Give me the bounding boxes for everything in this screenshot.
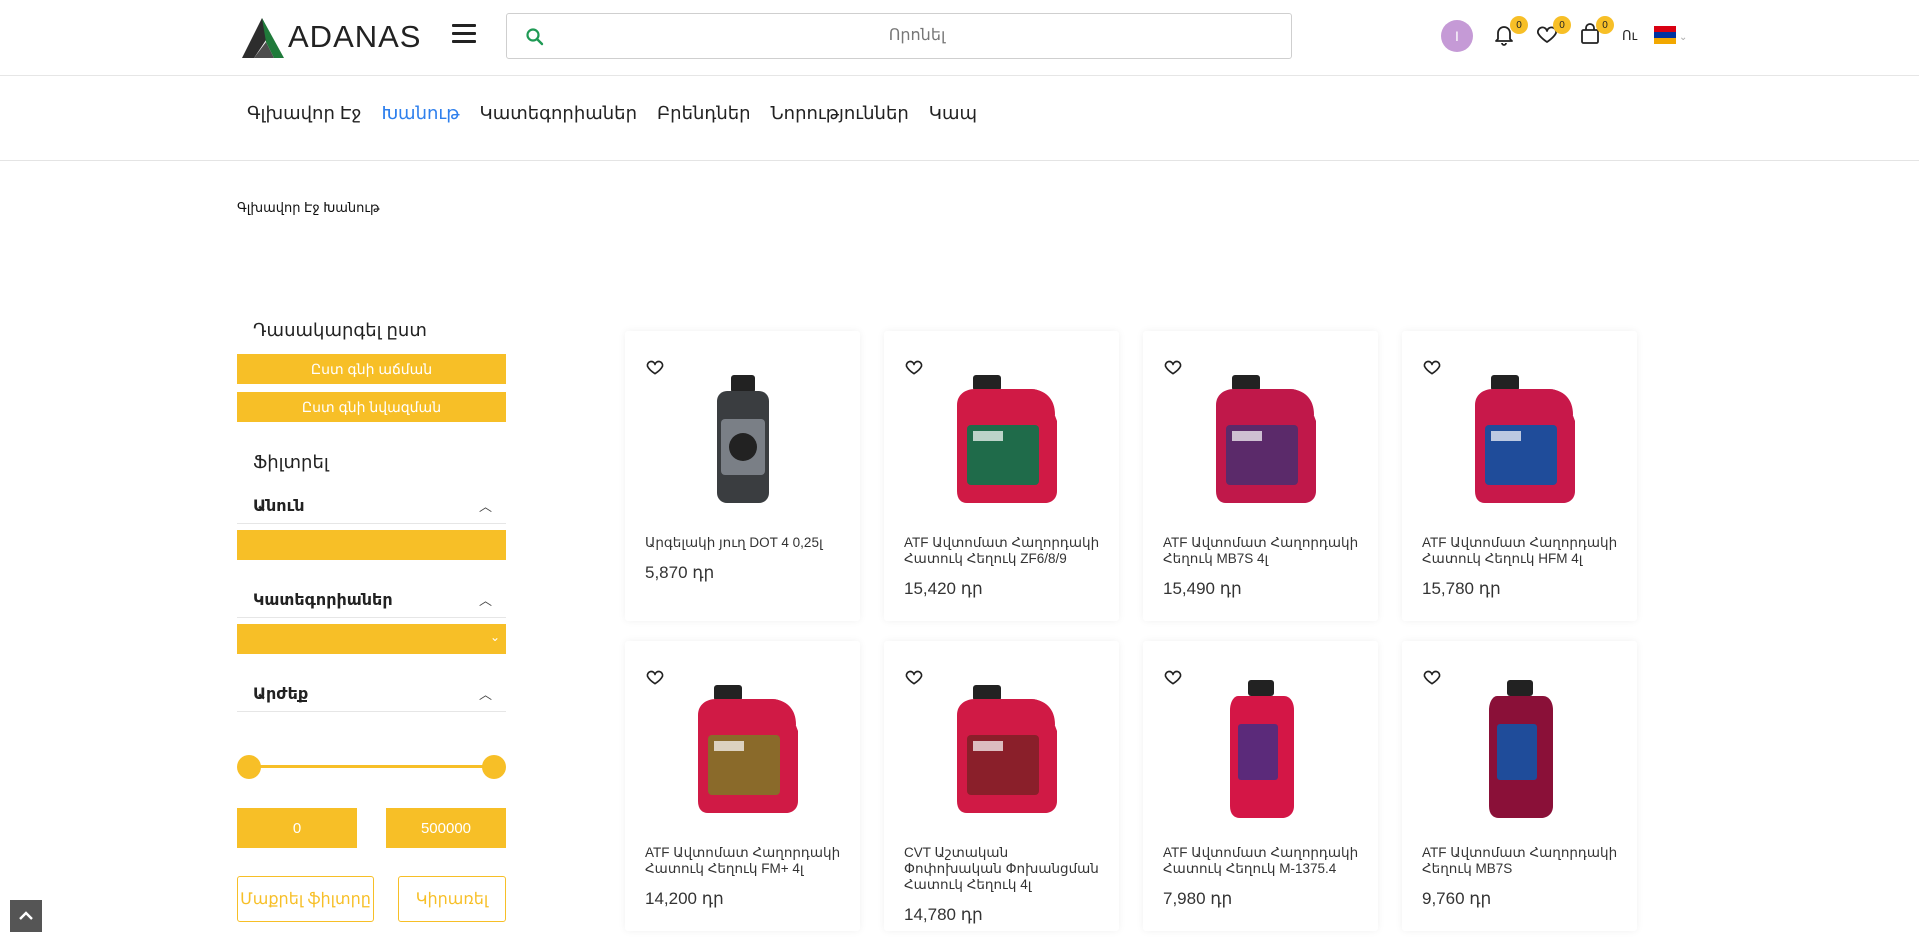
- categories-select[interactable]: ⌄: [237, 624, 506, 654]
- product-price: 7,980 դր: [1163, 889, 1233, 908]
- product-card[interactable]: ATF Ավտոմատ Հաղորդակի Հեղուկ MB7S 4լ 15,4…: [1143, 331, 1378, 621]
- nav-item[interactable]: Նորություններ: [771, 103, 909, 124]
- product-card[interactable]: ATF Ավտոմատ Հաղորդակի Հեղուկ MB7S 9,760 դ…: [1402, 641, 1637, 931]
- product-name[interactable]: Արգելակի յուղ DOT 4 0,25լ: [645, 535, 846, 551]
- chevron-down-icon[interactable]: ⌄: [1679, 32, 1687, 43]
- product-card[interactable]: ATF Ավտոմատ Հաղորդակի Հատուկ Հեղուկ HFM …: [1402, 331, 1637, 621]
- product-price: 15,420 դր: [904, 579, 983, 598]
- chevron-up-icon[interactable]: ︿: [479, 490, 492, 524]
- chevron-up-icon[interactable]: ︿: [479, 584, 492, 618]
- nav-item[interactable]: Կատեգորիաներ: [480, 103, 637, 124]
- wishlist-heart-icon[interactable]: [1163, 357, 1183, 377]
- wishlist-heart-icon[interactable]: [1422, 667, 1442, 687]
- name-filter-input[interactable]: [237, 530, 506, 560]
- logo-text: ADANAS: [288, 19, 422, 54]
- price-range-slider[interactable]: [237, 752, 506, 782]
- site-logo[interactable]: ADANAS: [240, 14, 421, 60]
- product-card[interactable]: ATF Ավտոմատ Հաղորդակի Հատուկ Հեղուկ M-13…: [1143, 641, 1378, 931]
- product-name[interactable]: ATF Ավտոմատ Հաղորդակի Հատուկ Հեղուկ M-13…: [1163, 845, 1364, 877]
- cart-badge: 0: [1596, 16, 1614, 34]
- scroll-to-top-button[interactable]: [10, 900, 42, 932]
- product-name[interactable]: ATF Ավտոմատ Հաղորդակի Հատուկ Հեղուկ ZF6/…: [904, 535, 1105, 567]
- search-input[interactable]: [567, 14, 1267, 58]
- armenian-flag-icon[interactable]: [1654, 26, 1676, 44]
- sort-title: Դասակարգել ըստ: [253, 320, 427, 340]
- product-grid: Արգելակի յուղ DOT 4 0,25լ 5,870 դր ATF Ավտ…: [625, 331, 1637, 931]
- menu-icon[interactable]: [452, 24, 476, 46]
- product-image[interactable]: [673, 685, 813, 815]
- product-image[interactable]: [932, 375, 1072, 505]
- wishlist-badge: 0: [1553, 16, 1571, 34]
- wishlist-heart-icon[interactable]: [645, 357, 665, 377]
- slider-min-handle[interactable]: [237, 755, 261, 779]
- main-nav: Գլխավոր Էջ Խանութ Կատեգորիաներ Բրենդներ Նորո…: [0, 77, 1919, 161]
- product-price: 14,200 դր: [645, 889, 724, 908]
- nav-item[interactable]: Կապ: [929, 103, 977, 124]
- sort-price-asc-button[interactable]: Ըստ գնի աճման: [237, 354, 506, 384]
- product-price: 5,870 դր: [645, 563, 715, 582]
- wishlist-button[interactable]: 0: [1535, 16, 1571, 48]
- slider-max-handle[interactable]: [482, 755, 506, 779]
- currency-selector[interactable]: Ու: [1622, 28, 1637, 44]
- product-price: 15,780 դր: [1422, 579, 1501, 598]
- avatar[interactable]: I: [1441, 20, 1473, 52]
- wishlist-heart-icon[interactable]: [1163, 667, 1183, 687]
- product-card[interactable]: ATF Ավտոմատ Հաղորդակի Հատուկ Հեղուկ FM+ …: [625, 641, 860, 931]
- price-filter-header[interactable]: Արժեք ︿: [237, 678, 506, 712]
- product-image[interactable]: [1450, 375, 1590, 505]
- filter-title: Ֆիլտրել: [253, 452, 329, 472]
- product-name[interactable]: CVT Աշտական Փոփոխական Փոխանցման Հատուկ Հ…: [904, 845, 1105, 893]
- price-max-input[interactable]: [386, 808, 506, 848]
- price-filter-label: Արժեք: [253, 686, 309, 703]
- notifications-badge: 0: [1510, 16, 1528, 34]
- wishlist-heart-icon[interactable]: [645, 667, 665, 687]
- name-filter-header[interactable]: Անուն ︿: [237, 490, 506, 524]
- product-card[interactable]: CVT Աշտական Փոփոխական Փոխանցման Հատուկ Հ…: [884, 641, 1119, 931]
- slider-track: [249, 765, 494, 768]
- logo-mark-icon: [242, 18, 284, 58]
- categories-filter-label: Կատեգորիաներ: [253, 592, 393, 609]
- product-image[interactable]: [932, 685, 1072, 815]
- nav-item[interactable]: Խանութ: [381, 103, 459, 124]
- name-filter-label: Անուն: [253, 498, 305, 515]
- breadcrumb: Գլխավոր Էջ Խանութ: [237, 200, 380, 215]
- product-card[interactable]: ATF Ավտոմատ Հաղորդակի Հատուկ Հեղուկ ZF6/…: [884, 331, 1119, 621]
- sort-price-desc-button[interactable]: Ըստ գնի նվազման: [237, 392, 506, 422]
- product-image[interactable]: [1191, 375, 1331, 505]
- chevron-down-icon: ⌄: [489, 630, 500, 644]
- cart-button[interactable]: 0: [1578, 16, 1614, 48]
- product-price: 9,760 դր: [1422, 889, 1492, 908]
- chevron-up-icon: [19, 911, 33, 920]
- search-bar: [506, 13, 1292, 59]
- nav-item[interactable]: Գլխավոր Էջ: [247, 103, 361, 124]
- filter-sidebar: Դասակարգել ըստ Ըստ գնի աճման Ըստ գնի նվա…: [237, 320, 506, 922]
- product-image[interactable]: [1450, 680, 1590, 818]
- nav-item[interactable]: Բրենդներ: [657, 103, 751, 124]
- clear-filter-button[interactable]: Մաքրել ֆիլտրը: [237, 876, 374, 922]
- wishlist-heart-icon[interactable]: [904, 357, 924, 377]
- product-card[interactable]: Արգելակի յուղ DOT 4 0,25լ 5,870 դր: [625, 331, 860, 621]
- product-image[interactable]: [673, 375, 813, 505]
- price-min-input[interactable]: [237, 808, 357, 848]
- product-name[interactable]: ATF Ավտոմատ Հաղորդակի Հատուկ Հեղուկ FM+ …: [645, 845, 846, 877]
- categories-filter-header[interactable]: Կատեգորիաներ ︿: [237, 584, 506, 618]
- site-header: ADANAS I 0 0 0 Ու ⌄: [0, 0, 1919, 76]
- notifications-button[interactable]: 0: [1492, 16, 1528, 48]
- product-image[interactable]: [1191, 680, 1331, 818]
- wishlist-heart-icon[interactable]: [1422, 357, 1442, 377]
- product-name[interactable]: ATF Ավտոմատ Հաղորդակի Հեղուկ MB7S: [1422, 845, 1623, 877]
- product-price: 15,490 դր: [1163, 579, 1242, 598]
- product-name[interactable]: ATF Ավտոմատ Հաղորդակի Հեղուկ MB7S 4լ: [1163, 535, 1364, 567]
- wishlist-heart-icon[interactable]: [904, 667, 924, 687]
- apply-filter-button[interactable]: Կիրառել: [398, 876, 506, 922]
- search-icon[interactable]: [525, 27, 545, 47]
- product-name[interactable]: ATF Ավտոմատ Հաղորդակի Հատուկ Հեղուկ HFM …: [1422, 535, 1623, 567]
- product-price: 14,780 դր: [904, 905, 983, 924]
- chevron-up-icon[interactable]: ︿: [479, 678, 492, 712]
